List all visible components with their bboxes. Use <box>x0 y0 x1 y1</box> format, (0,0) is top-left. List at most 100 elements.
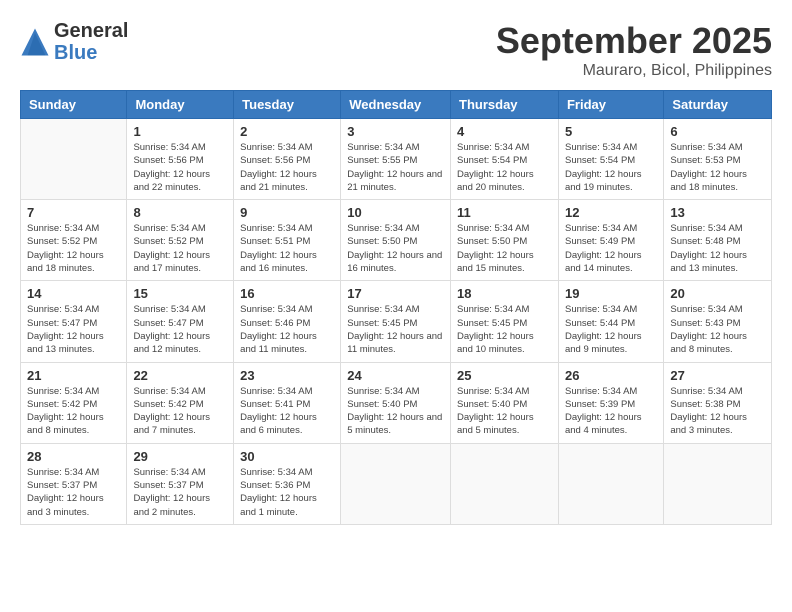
calendar-cell: 15 Sunrise: 5:34 AMSunset: 5:47 PMDaylig… <box>127 281 234 362</box>
calendar-cell <box>451 443 559 524</box>
day-detail: Sunrise: 5:34 AMSunset: 5:51 PMDaylight:… <box>240 222 334 275</box>
day-detail: Sunrise: 5:34 AMSunset: 5:43 PMDaylight:… <box>670 303 765 356</box>
calendar-cell <box>664 443 772 524</box>
calendar-cell: 17 Sunrise: 5:34 AMSunset: 5:45 PMDaylig… <box>341 281 451 362</box>
calendar-cell: 18 Sunrise: 5:34 AMSunset: 5:45 PMDaylig… <box>451 281 559 362</box>
day-number: 4 <box>457 124 552 139</box>
calendar-cell: 7 Sunrise: 5:34 AMSunset: 5:52 PMDayligh… <box>21 200 127 281</box>
day-detail: Sunrise: 5:34 AMSunset: 5:53 PMDaylight:… <box>670 141 765 194</box>
column-header-sunday: Sunday <box>21 91 127 119</box>
page-header: General Blue September 2025 Mauraro, Bic… <box>20 20 772 80</box>
day-detail: Sunrise: 5:34 AMSunset: 5:37 PMDaylight:… <box>27 466 120 519</box>
logo: General Blue <box>20 20 128 64</box>
calendar-cell <box>341 443 451 524</box>
day-number: 17 <box>347 286 444 301</box>
calendar-week-row: 14 Sunrise: 5:34 AMSunset: 5:47 PMDaylig… <box>21 281 772 362</box>
day-number: 5 <box>565 124 657 139</box>
day-number: 11 <box>457 205 552 220</box>
column-header-tuesday: Tuesday <box>234 91 341 119</box>
day-number: 16 <box>240 286 334 301</box>
calendar: SundayMondayTuesdayWednesdayThursdayFrid… <box>20 90 772 525</box>
day-detail: Sunrise: 5:34 AMSunset: 5:46 PMDaylight:… <box>240 303 334 356</box>
day-number: 1 <box>133 124 227 139</box>
day-detail: Sunrise: 5:34 AMSunset: 5:37 PMDaylight:… <box>133 466 227 519</box>
calendar-cell: 21 Sunrise: 5:34 AMSunset: 5:42 PMDaylig… <box>21 362 127 443</box>
calendar-cell: 6 Sunrise: 5:34 AMSunset: 5:53 PMDayligh… <box>664 119 772 200</box>
day-detail: Sunrise: 5:34 AMSunset: 5:36 PMDaylight:… <box>240 466 334 519</box>
day-number: 21 <box>27 368 120 383</box>
calendar-cell: 8 Sunrise: 5:34 AMSunset: 5:52 PMDayligh… <box>127 200 234 281</box>
day-detail: Sunrise: 5:34 AMSunset: 5:54 PMDaylight:… <box>565 141 657 194</box>
day-detail: Sunrise: 5:34 AMSunset: 5:50 PMDaylight:… <box>347 222 444 275</box>
day-number: 24 <box>347 368 444 383</box>
day-detail: Sunrise: 5:34 AMSunset: 5:52 PMDaylight:… <box>27 222 120 275</box>
day-number: 19 <box>565 286 657 301</box>
day-number: 18 <box>457 286 552 301</box>
day-number: 30 <box>240 449 334 464</box>
day-number: 27 <box>670 368 765 383</box>
day-detail: Sunrise: 5:34 AMSunset: 5:44 PMDaylight:… <box>565 303 657 356</box>
day-detail: Sunrise: 5:34 AMSunset: 5:54 PMDaylight:… <box>457 141 552 194</box>
day-detail: Sunrise: 5:34 AMSunset: 5:47 PMDaylight:… <box>133 303 227 356</box>
day-detail: Sunrise: 5:34 AMSunset: 5:56 PMDaylight:… <box>133 141 227 194</box>
day-number: 28 <box>27 449 120 464</box>
day-detail: Sunrise: 5:34 AMSunset: 5:56 PMDaylight:… <box>240 141 334 194</box>
calendar-week-row: 1 Sunrise: 5:34 AMSunset: 5:56 PMDayligh… <box>21 119 772 200</box>
day-detail: Sunrise: 5:34 AMSunset: 5:42 PMDaylight:… <box>133 385 227 438</box>
day-number: 8 <box>133 205 227 220</box>
title-section: September 2025 Mauraro, Bicol, Philippin… <box>496 20 772 80</box>
day-number: 26 <box>565 368 657 383</box>
calendar-cell: 28 Sunrise: 5:34 AMSunset: 5:37 PMDaylig… <box>21 443 127 524</box>
day-detail: Sunrise: 5:34 AMSunset: 5:55 PMDaylight:… <box>347 141 444 194</box>
calendar-cell: 11 Sunrise: 5:34 AMSunset: 5:50 PMDaylig… <box>451 200 559 281</box>
calendar-cell <box>21 119 127 200</box>
calendar-cell: 29 Sunrise: 5:34 AMSunset: 5:37 PMDaylig… <box>127 443 234 524</box>
calendar-week-row: 7 Sunrise: 5:34 AMSunset: 5:52 PMDayligh… <box>21 200 772 281</box>
calendar-cell: 13 Sunrise: 5:34 AMSunset: 5:48 PMDaylig… <box>664 200 772 281</box>
day-number: 29 <box>133 449 227 464</box>
calendar-cell: 20 Sunrise: 5:34 AMSunset: 5:43 PMDaylig… <box>664 281 772 362</box>
calendar-cell: 30 Sunrise: 5:34 AMSunset: 5:36 PMDaylig… <box>234 443 341 524</box>
column-header-wednesday: Wednesday <box>341 91 451 119</box>
calendar-cell <box>558 443 663 524</box>
column-header-friday: Friday <box>558 91 663 119</box>
day-detail: Sunrise: 5:34 AMSunset: 5:39 PMDaylight:… <box>565 385 657 438</box>
day-detail: Sunrise: 5:34 AMSunset: 5:40 PMDaylight:… <box>347 385 444 438</box>
day-number: 6 <box>670 124 765 139</box>
day-detail: Sunrise: 5:34 AMSunset: 5:41 PMDaylight:… <box>240 385 334 438</box>
calendar-cell: 25 Sunrise: 5:34 AMSunset: 5:40 PMDaylig… <box>451 362 559 443</box>
day-number: 2 <box>240 124 334 139</box>
month-title: September 2025 <box>496 20 772 62</box>
day-detail: Sunrise: 5:34 AMSunset: 5:38 PMDaylight:… <box>670 385 765 438</box>
calendar-week-row: 28 Sunrise: 5:34 AMSunset: 5:37 PMDaylig… <box>21 443 772 524</box>
logo-blue: Blue <box>54 42 128 64</box>
day-number: 25 <box>457 368 552 383</box>
logo-icon <box>20 27 50 57</box>
column-header-thursday: Thursday <box>451 91 559 119</box>
day-number: 9 <box>240 205 334 220</box>
logo-text: General Blue <box>54 20 128 64</box>
day-number: 13 <box>670 205 765 220</box>
calendar-cell: 5 Sunrise: 5:34 AMSunset: 5:54 PMDayligh… <box>558 119 663 200</box>
day-number: 12 <box>565 205 657 220</box>
day-detail: Sunrise: 5:34 AMSunset: 5:49 PMDaylight:… <box>565 222 657 275</box>
day-detail: Sunrise: 5:34 AMSunset: 5:42 PMDaylight:… <box>27 385 120 438</box>
calendar-cell: 19 Sunrise: 5:34 AMSunset: 5:44 PMDaylig… <box>558 281 663 362</box>
calendar-header-row: SundayMondayTuesdayWednesdayThursdayFrid… <box>21 91 772 119</box>
calendar-cell: 9 Sunrise: 5:34 AMSunset: 5:51 PMDayligh… <box>234 200 341 281</box>
day-detail: Sunrise: 5:34 AMSunset: 5:52 PMDaylight:… <box>133 222 227 275</box>
day-detail: Sunrise: 5:34 AMSunset: 5:47 PMDaylight:… <box>27 303 120 356</box>
calendar-cell: 23 Sunrise: 5:34 AMSunset: 5:41 PMDaylig… <box>234 362 341 443</box>
calendar-cell: 22 Sunrise: 5:34 AMSunset: 5:42 PMDaylig… <box>127 362 234 443</box>
calendar-cell: 4 Sunrise: 5:34 AMSunset: 5:54 PMDayligh… <box>451 119 559 200</box>
day-number: 14 <box>27 286 120 301</box>
day-number: 10 <box>347 205 444 220</box>
calendar-cell: 3 Sunrise: 5:34 AMSunset: 5:55 PMDayligh… <box>341 119 451 200</box>
day-detail: Sunrise: 5:34 AMSunset: 5:45 PMDaylight:… <box>347 303 444 356</box>
calendar-cell: 12 Sunrise: 5:34 AMSunset: 5:49 PMDaylig… <box>558 200 663 281</box>
column-header-monday: Monday <box>127 91 234 119</box>
day-number: 20 <box>670 286 765 301</box>
calendar-cell: 24 Sunrise: 5:34 AMSunset: 5:40 PMDaylig… <box>341 362 451 443</box>
calendar-cell: 14 Sunrise: 5:34 AMSunset: 5:47 PMDaylig… <box>21 281 127 362</box>
day-number: 22 <box>133 368 227 383</box>
